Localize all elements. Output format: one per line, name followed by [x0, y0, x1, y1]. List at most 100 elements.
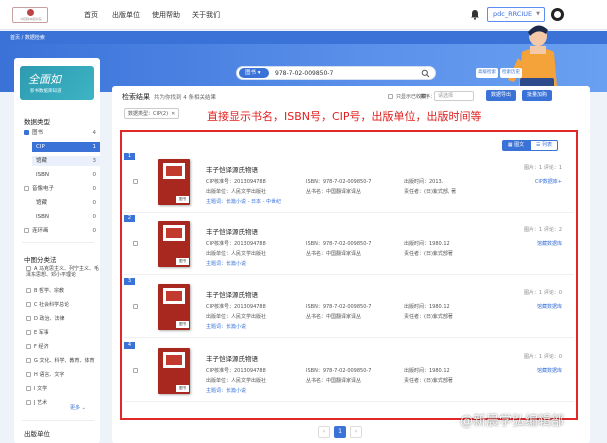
collected-checkbox[interactable]	[388, 94, 393, 99]
class-checkbox[interactable]	[26, 330, 31, 335]
series-name: 丛书名：中国翻译家译丛	[306, 189, 362, 195]
type-av-holdings[interactable]: 馆藏 0	[32, 198, 100, 208]
search-category-label: 图书	[245, 70, 257, 76]
book-checkbox[interactable]	[24, 130, 29, 135]
type-count: 0	[92, 228, 97, 234]
publish-date: 出版时间：1980.12	[404, 241, 450, 247]
page-1-button[interactable]: 1	[334, 426, 346, 438]
user-name: pdc_RRCIUE	[493, 10, 533, 18]
book-cover-image[interactable]: 图书	[158, 348, 190, 394]
type-av[interactable]: 音像电子 0	[24, 184, 100, 194]
class-item-e[interactable]: E 军事	[26, 330, 100, 336]
series-name: 丛书名：中国翻译家译丛	[306, 251, 362, 257]
site-logo[interactable]: 中国版本图书馆	[12, 7, 48, 23]
database-link[interactable]: 馆藏数据库	[537, 240, 562, 247]
type-isbn[interactable]: ISBN 0	[32, 170, 100, 180]
publish-date: 出版时间：1980.12	[404, 368, 450, 374]
book-title[interactable]: 丰子恺译源氏物语	[206, 289, 258, 299]
view-grid-label: 图文	[514, 142, 525, 148]
search-history-button[interactable]: 检索历史	[500, 68, 522, 78]
sidebar-banner[interactable]: 全面如 新书数据库知道	[20, 66, 94, 100]
database-link[interactable]: 馆藏数据库	[537, 367, 562, 374]
class-item-j[interactable]: J 艺术	[26, 400, 100, 406]
view-list-tab[interactable]: ☰ 列表	[530, 140, 558, 151]
next-page-button[interactable]: ›	[350, 426, 362, 438]
search-category-select[interactable]: 图书 ▾	[239, 68, 269, 78]
class-checkbox[interactable]	[26, 344, 31, 349]
list-item[interactable]: 4 图书 丰子恺译源氏物语 CIP核准号：2013094788 出版单位：人民文…	[124, 342, 574, 402]
breadcrumb[interactable]: 首页 / 数据检索	[10, 34, 45, 41]
classification-title: 中图分类法	[24, 256, 57, 264]
list-item[interactable]: 2 图书 丰子恺译源氏物语 CIP核准号：2013094788 出版单位：人民文…	[124, 215, 574, 275]
class-label: I 文学	[34, 386, 48, 392]
search-input[interactable]: 978-7-02-009850-7	[275, 70, 333, 77]
close-icon[interactable]: ✕	[171, 111, 175, 117]
subject-words[interactable]: 主题词：长篇小说	[206, 323, 246, 330]
nav-about[interactable]: 关于我们	[192, 10, 220, 20]
result-checkbox[interactable]	[133, 241, 138, 246]
database-link[interactable]: 馆藏数据库	[537, 303, 562, 310]
bell-icon[interactable]	[470, 9, 480, 20]
search-box: 图书 ▾ 978-7-02-009850-7	[236, 66, 436, 80]
subject-words[interactable]: 主题词：长篇小说	[206, 260, 246, 267]
view-grid-tab[interactable]: ▦ 图文	[502, 140, 530, 151]
class-checkbox[interactable]	[26, 386, 31, 391]
book-cover-image[interactable]: 图书	[158, 159, 190, 205]
author: 责任者：(日)紫式部著	[404, 378, 453, 384]
class-item-f[interactable]: F 经济	[26, 344, 100, 350]
advanced-search-button[interactable]: 高级检索	[476, 68, 498, 78]
class-item-a[interactable]: A 马克思主义、列宁主义、毛泽东思想、邓小平理论	[26, 266, 100, 278]
class-checkbox[interactable]	[26, 358, 31, 363]
class-label: A 马克思主义、列宁主义、毛泽东思想、邓小平理论	[26, 266, 100, 278]
book-title[interactable]: 丰子恺译源氏物语	[206, 353, 258, 363]
nav-help[interactable]: 使用帮助	[152, 10, 180, 20]
class-checkbox[interactable]	[26, 266, 31, 271]
class-item-c[interactable]: C 社会科学总论	[26, 302, 100, 308]
class-checkbox[interactable]	[26, 316, 31, 321]
result-checkbox[interactable]	[133, 304, 138, 309]
class-checkbox[interactable]	[26, 400, 31, 405]
type-book[interactable]: 图书 4	[24, 128, 100, 138]
subject-words[interactable]: 主题词：长篇小说	[206, 387, 246, 394]
list-item[interactable]: 3 图书 丰子恺译源氏物语 CIP核准号：2013094788 出版单位：人民文…	[124, 278, 574, 338]
sort-select[interactable]: 请选择	[434, 91, 474, 101]
result-checkbox[interactable]	[133, 179, 138, 184]
prev-page-button[interactable]: ‹	[318, 426, 330, 438]
database-link[interactable]: CIP数据库+	[535, 178, 562, 185]
type-comic[interactable]: 连环画 0	[24, 226, 100, 236]
class-item-h[interactable]: H 语言、文字	[26, 372, 100, 378]
nav-publisher[interactable]: 出版单位	[112, 10, 140, 20]
list-item[interactable]: 1 图书 丰子恺译源氏物语 CIP核准号：2013094788 出版单位：人民文…	[124, 153, 574, 213]
search-icon[interactable]	[421, 69, 430, 78]
nav-home[interactable]: 首页	[84, 10, 98, 20]
subject-words[interactable]: 主题词：长篇小说 - 日本 - 中世纪	[206, 198, 281, 205]
class-checkbox[interactable]	[26, 288, 31, 293]
class-checkbox[interactable]	[26, 372, 31, 377]
more-link[interactable]: 更多 ⌄	[70, 404, 86, 411]
batch-add-button[interactable]: 批量加购	[522, 90, 552, 101]
book-cover-image[interactable]: 图书	[158, 221, 190, 267]
class-item-i[interactable]: I 文学	[26, 386, 100, 392]
class-item-b[interactable]: B 哲学、宗教	[26, 288, 100, 294]
class-label: B 哲学、宗教	[34, 288, 65, 294]
cip-number: CIP核准号：2013094788	[206, 241, 266, 247]
class-label: J 艺术	[34, 400, 48, 406]
type-av-isbn[interactable]: ISBN 0	[32, 212, 100, 222]
book-title[interactable]: 丰子恺译源氏物语	[206, 226, 258, 236]
class-item-d[interactable]: D 政治、法律	[26, 316, 100, 322]
publisher: 出版单位：人民文学出版社	[206, 314, 267, 320]
comic-checkbox[interactable]	[24, 228, 29, 233]
filter-tag[interactable]: 数据类型：CIP(2) ✕	[124, 108, 180, 119]
type-cip[interactable]: CIP 1	[32, 142, 100, 152]
class-item-g[interactable]: G 文化、科学、教育、体育	[26, 358, 100, 364]
publisher: 出版单位：人民文学出版社	[206, 189, 267, 195]
book-title[interactable]: 丰子恺译源氏物语	[206, 164, 258, 174]
class-label: D 政治、法律	[34, 316, 65, 322]
av-checkbox[interactable]	[24, 186, 29, 191]
export-button[interactable]: 数据导出	[486, 90, 516, 101]
result-checkbox[interactable]	[133, 368, 138, 373]
class-checkbox[interactable]	[26, 302, 31, 307]
book-cover-image[interactable]: 图书	[158, 284, 190, 330]
view-list-label: 列表	[542, 142, 553, 148]
type-holdings[interactable]: 馆藏 3	[32, 156, 100, 166]
